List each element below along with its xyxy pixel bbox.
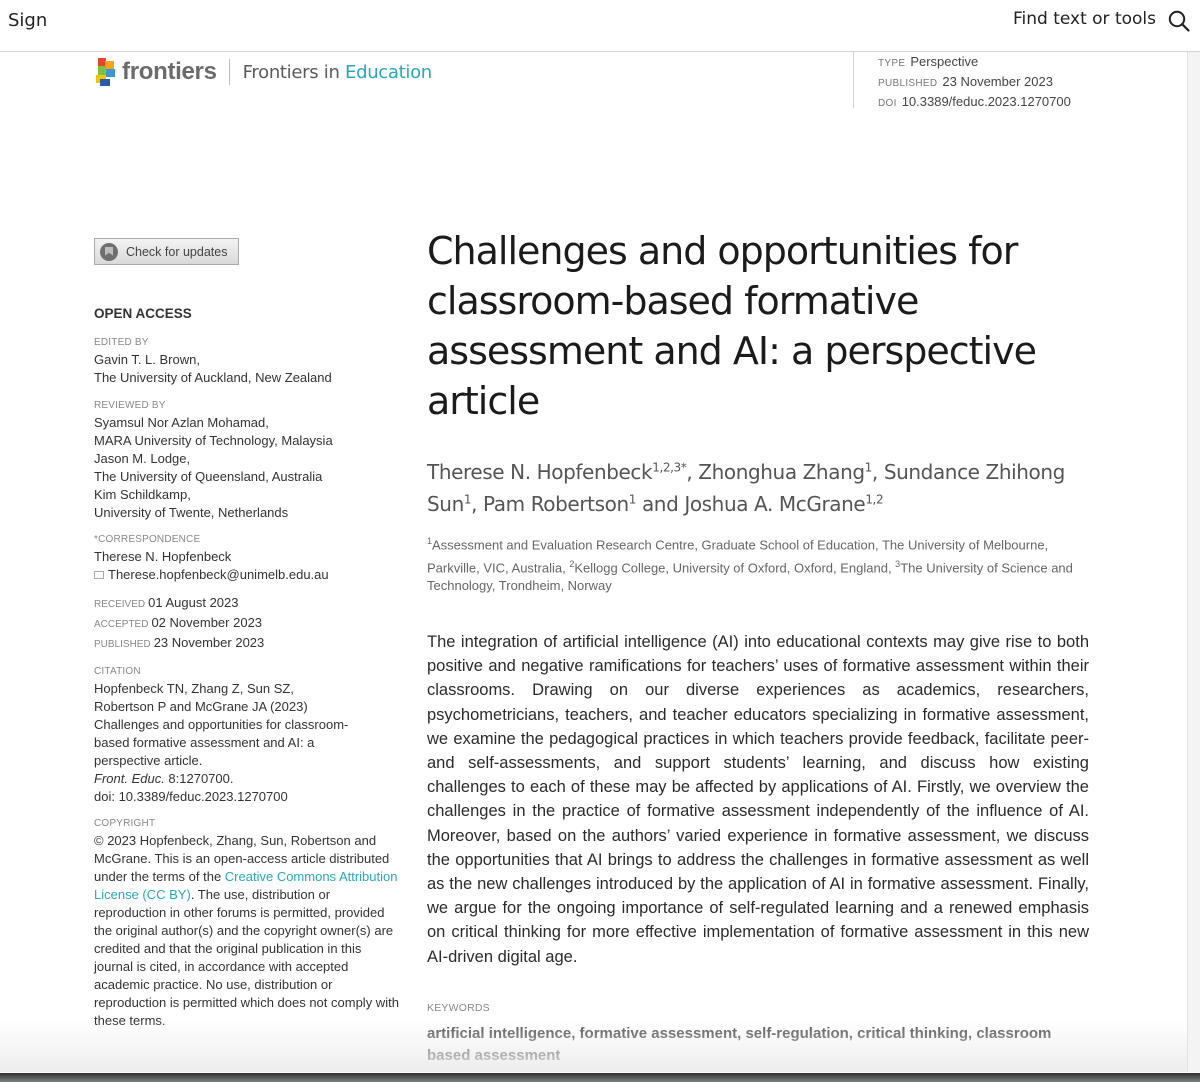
edited-by-section: EDITED BY Gavin T. L. Brown, The Univers…	[94, 335, 404, 387]
article-title: Challenges and opportunities for classro…	[427, 229, 1037, 423]
meta-label: PUBLISHED	[878, 78, 938, 89]
author-affiliation-marker: 1	[864, 460, 873, 474]
frontiers-wordmark: frontiers	[122, 58, 217, 85]
date-label: RECEIVED	[94, 599, 146, 610]
meta-label: DOI	[878, 98, 897, 109]
author: Zhonghua Zhang1,	[698, 460, 884, 484]
date-value: 02 November 2023	[151, 615, 263, 630]
reviewer-affiliation: The University of Queensland, Australia	[94, 469, 323, 484]
copyright-text: © 2023 Hopfenbeck, Zhang, Sun, Robertson…	[94, 833, 399, 1028]
reviewer-affiliation: MARA University of Technology, Malaysia	[94, 433, 333, 448]
author-affiliation-marker: 1,2	[865, 492, 884, 507]
copyright-text-after: . The use, distribution or reproduction …	[94, 887, 399, 1028]
editor-name: Gavin T. L. Brown,	[94, 352, 200, 367]
sign-button[interactable]: Sign	[8, 10, 47, 31]
correspondent-email-row: Therese.hopfenbeck@unimelb.edu.au	[94, 566, 404, 584]
correspondent-name: Therese N. Hopfenbeck	[94, 549, 232, 564]
citation-journal-name: Front. Educ.	[94, 771, 165, 786]
bookmark-badge-icon	[100, 242, 118, 261]
affiliation-text: Kellogg College, University of Oxford, O…	[574, 559, 896, 575]
author-name: Pam Robertson	[483, 492, 629, 517]
affiliations: 1Assessment and Evaluation Research Cent…	[427, 532, 1089, 595]
author-list: Therese N. Hopfenbeck1,2,3*, Zhonghua Zh…	[427, 453, 1089, 518]
accepted-date: ACCEPTED 02 November 2023	[94, 614, 404, 634]
author-separator: ,	[871, 459, 884, 484]
journal-prefix: Frontiers in	[242, 61, 345, 83]
correspondent-email[interactable]: Therese.hopfenbeck@unimelb.edu.au	[108, 567, 329, 582]
keywords-label: KEYWORDS	[427, 1001, 490, 1014]
citation-line: Robertson P and McGrane JA (2023)	[94, 699, 308, 714]
correspondence-section: *CORRESPONDENCE Therese N. Hopfenbeck Th…	[94, 532, 404, 584]
section-label: CITATION	[94, 666, 141, 677]
author-separator: ,	[686, 459, 699, 484]
meta-type: TYPE Perspective	[878, 53, 1071, 73]
citation-line: Challenges and opportunities for classro…	[94, 717, 349, 732]
citation-line: perspective article.	[94, 753, 203, 768]
dates-section: RECEIVED 01 August 2023 ACCEPTED 02 Novemb…	[94, 594, 404, 654]
header-divider	[228, 59, 230, 85]
check-for-updates-button[interactable]: Check for updates	[94, 238, 239, 265]
frontiers-logo-icon	[94, 58, 118, 86]
author-separator: ,	[471, 492, 484, 517]
author-affiliation-marker: 1,2,3*	[652, 460, 687, 474]
citation-line: based formative assessment and AI: a	[94, 735, 315, 750]
date-label: PUBLISHED	[94, 639, 151, 650]
date-value: 23 November 2023	[153, 635, 265, 650]
received-date: RECEIVED 01 August 2023	[94, 594, 404, 614]
scrollbar-track[interactable]	[1187, 52, 1200, 1072]
meta-doi: DOI 10.3389/feduc.2023.1270700	[878, 93, 1071, 113]
meta-value: 23 November 2023	[942, 74, 1053, 89]
journal-name: Frontiers in Education	[242, 61, 433, 83]
section-label: *CORRESPONDENCE	[94, 534, 201, 545]
citation-doi: doi: 10.3389/feduc.2023.1270700	[94, 789, 288, 804]
citation-line: Hopfenbeck TN, Zhang Z, Sun SZ,	[94, 681, 294, 696]
reviewer-name: Jason M. Lodge,	[94, 451, 191, 466]
search-icon[interactable]	[1168, 10, 1190, 32]
abstract: The integration of artificial intelligen…	[427, 632, 1089, 966]
article-sidebar: Check for updates OPEN ACCESS EDITED BY …	[94, 238, 404, 1030]
find-text-or-tools-button[interactable]: Find text or tools	[1013, 9, 1156, 29]
author-affiliation-marker: 1	[628, 492, 637, 507]
reviewed-by-section: REVIEWED BY Syamsul Nor Azlan Mohamad, M…	[94, 398, 404, 522]
section-label: REVIEWED BY	[94, 400, 166, 411]
author-name: Therese N. Hopfenbeck	[427, 459, 653, 484]
author-name: Zhonghua Zhang	[698, 459, 865, 484]
author: Joshua A. McGrane1,2	[684, 492, 883, 516]
author: Pam Robertson1 and	[483, 492, 684, 516]
author-name: Joshua A. McGrane	[684, 492, 866, 517]
date-value: 01 August 2023	[148, 595, 239, 610]
envelope-icon	[94, 571, 104, 579]
reviewer-affiliation: University of Twente, Netherlands	[94, 505, 289, 520]
meta-value: Perspective	[910, 54, 979, 69]
citation-volume: 8:1270700.	[164, 771, 234, 786]
citation-journal: Front. Educ. 8:1270700.	[94, 770, 404, 788]
published-date: PUBLISHED 23 November 2023	[94, 634, 404, 654]
section-label: COPYRIGHT	[94, 818, 156, 829]
author-separator: and	[635, 492, 685, 517]
taskbar-edge	[0, 1073, 1200, 1082]
keywords: artificial intelligence, formative asses…	[427, 1024, 1052, 1064]
check-for-updates-label: Check for updates	[126, 244, 228, 259]
article-meta: TYPE Perspective PUBLISHED 23 November 202…	[853, 52, 1071, 109]
meta-published: PUBLISHED 23 November 2023	[878, 73, 1071, 93]
meta-value[interactable]: 10.3389/feduc.2023.1270700	[902, 94, 1071, 109]
journal-header: frontiers Frontiers in Education	[94, 57, 432, 87]
reviewer-name: Syamsul Nor Azlan Mohamad,	[94, 415, 269, 430]
viewer-toolbar: Sign Find text or tools	[0, 0, 1200, 52]
copyright-section: COPYRIGHT © 2023 Hopfenbeck, Zhang, Sun,…	[94, 816, 404, 1030]
article-main: Challenges and opportunities for classro…	[427, 226, 1089, 1067]
author: Therese N. Hopfenbeck1,2,3*,	[427, 460, 698, 484]
citation-section: CITATION Hopfenbeck TN, Zhang Z, Sun SZ,…	[94, 664, 404, 806]
meta-label: TYPE	[878, 58, 906, 69]
section-label: EDITED BY	[94, 337, 149, 348]
date-label: ACCEPTED	[94, 619, 149, 630]
reviewer-name: Kim Schildkamp,	[94, 487, 191, 502]
editor-affiliation: The University of Auckland, New Zealand	[94, 370, 332, 385]
journal-accent: Education	[345, 61, 432, 83]
open-access-heading: OPEN ACCESS	[94, 306, 192, 321]
